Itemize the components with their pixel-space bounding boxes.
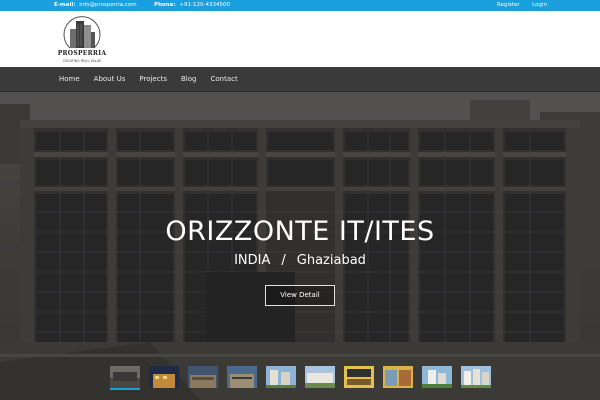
nav-item-projects[interactable]: Projects [132,67,174,92]
email-label: E-mail: [54,2,76,8]
project-location: INDIA / Ghaziabad [0,253,600,268]
hero-slider: ORIZZONTE IT/ITES INDIA / Ghaziabad View D… [0,92,600,400]
slide-thumbnail-6[interactable] [305,366,335,388]
slide-thumbnail-1[interactable] [110,366,140,390]
project-city: Ghaziabad [296,253,366,268]
view-detail-button[interactable]: View Detail [265,285,335,306]
slide-thumbnail-4[interactable] [227,366,257,388]
slide-thumbnail-2[interactable] [149,366,179,388]
project-title: ORIZZONTE IT/ITES [165,216,435,247]
logo-name: PROSPERRIA [57,50,107,57]
phone-value: +91-120-4334500 [179,2,230,8]
slider-thumbnails [110,366,492,392]
slide-thumbnail-3[interactable] [188,366,218,388]
register-link[interactable]: Register [497,2,520,8]
slide-thumbnail-5[interactable] [266,366,296,388]
slide-thumbnail-7[interactable] [344,366,374,388]
slide-thumbnail-8[interactable] [383,366,413,388]
site-header: PROSPERRIA CREATING REAL VALUE [0,11,600,67]
nav-item-blog[interactable]: Blog [174,67,203,92]
nav-item-about-us[interactable]: About Us [87,67,133,92]
nav-item-home[interactable]: Home [52,67,87,92]
project-country: INDIA [234,253,271,268]
email-value[interactable]: info@prosperria.com [79,2,136,8]
main-nav: Home About Us Projects Blog Contact [0,67,600,92]
slide-thumbnail-10[interactable] [461,366,491,388]
slide-thumbnail-9[interactable] [422,366,452,388]
location-separator: / [281,253,286,268]
logo-buildings-icon [63,16,101,49]
phone-label: Phone: [154,2,176,8]
site-logo[interactable]: PROSPERRIA CREATING REAL VALUE [55,12,109,67]
account-links: Register Login [497,0,547,11]
contact-info: E-mail: info@prosperria.com Phone: +91-1… [54,0,230,11]
nav-item-contact[interactable]: Contact [203,67,244,92]
top-contact-bar: E-mail: info@prosperria.com Phone: +91-1… [0,0,600,11]
login-link[interactable]: Login [532,2,547,8]
logo-tagline: CREATING REAL VALUE [62,59,102,63]
